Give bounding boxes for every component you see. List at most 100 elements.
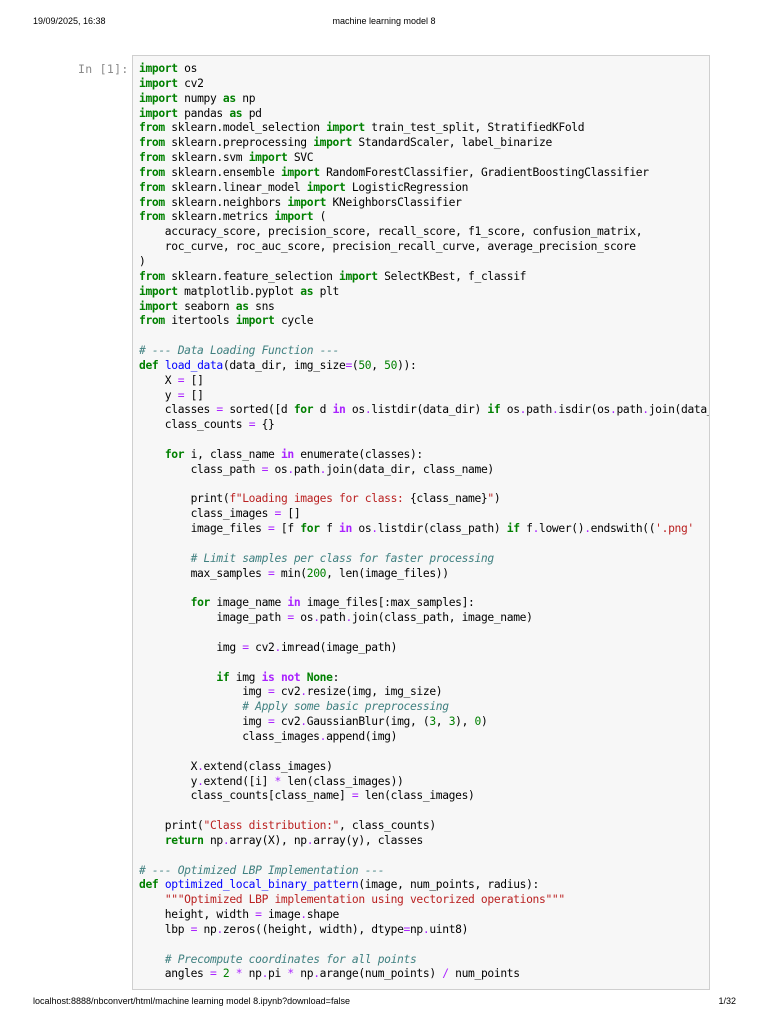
code-token: as [235, 299, 249, 313]
code-token: y [139, 774, 198, 788]
code-token: print( [139, 492, 230, 506]
code-token: , class_counts) [339, 819, 436, 833]
code-token: )): [397, 358, 417, 372]
code-token: num_points [448, 967, 520, 981]
code-token: path [319, 611, 346, 625]
code-line: class_counts[class_name] = len(class_ima… [139, 789, 709, 804]
code-line: ) [139, 255, 709, 270]
code-token: from [139, 180, 165, 194]
code-token: sklearn.ensemble [164, 165, 281, 179]
code-token: isdir(os [558, 403, 611, 417]
code-token: sklearn.neighbors [164, 195, 288, 209]
code-token: os [345, 403, 365, 417]
code-token: cv2 [177, 76, 204, 90]
code-token: ), [455, 715, 475, 729]
code-token: import [248, 151, 288, 165]
code-token: height, width [139, 908, 256, 922]
code-line: from sklearn.ensemble import RandomFores… [139, 166, 709, 181]
code-token: , [435, 715, 449, 729]
code-token: print( [139, 819, 204, 833]
code-token: f [319, 522, 340, 536]
code-line: """Optimized LBP implementation using ve… [139, 893, 709, 908]
code-token: '.png' [655, 522, 694, 536]
code-token: import [339, 269, 378, 283]
code-token: # --- Optimized LBP Implementation --- [139, 863, 385, 877]
code-token: class_counts [139, 418, 249, 432]
code-line: X = [] [139, 374, 709, 389]
code-token: import [274, 210, 314, 224]
code-token: img [229, 670, 262, 684]
code-token: np [235, 91, 256, 105]
code-token: # Limit samples per class for faster pro… [190, 551, 495, 565]
code-token: image_files[:max_samples]: [300, 596, 475, 610]
code-token: seaborn [177, 299, 236, 313]
code-token: , [371, 358, 385, 372]
code-token: d [313, 403, 333, 417]
code-token: import [326, 121, 365, 135]
code-token: np [242, 967, 262, 981]
code-token: angles [139, 967, 210, 981]
code-token: X [139, 373, 178, 387]
code-token: max_samples [139, 566, 269, 580]
code-token: f"Loading images for class: [229, 492, 410, 506]
code-token: append(img) [326, 729, 398, 743]
code-token: sklearn.svm [164, 151, 249, 165]
code-token: class_images [139, 729, 320, 743]
code-line: angles = 2 * np.pi * np.arange(num_point… [139, 967, 709, 982]
code-token: path [616, 403, 643, 417]
code-line: from sklearn.neighbors import KNeighbors… [139, 196, 709, 211]
code-line: for i, class_name in enumerate(classes): [139, 448, 709, 463]
code-token: load_data [164, 358, 223, 372]
code-token: array(X), np [229, 833, 307, 847]
code-token: in [332, 403, 346, 417]
code-token: os [293, 611, 314, 625]
code-line: import matplotlib.pyplot as plt [139, 285, 709, 300]
code-token: import [139, 299, 178, 313]
code-line: classes = sorted([d for d in os.listdir(… [139, 403, 709, 418]
code-token: ) [139, 254, 146, 268]
code-token: from [139, 121, 165, 135]
code-block[interactable]: import os import cv2 import numpy as np imp… [139, 62, 709, 982]
code-token: pandas [177, 106, 230, 120]
code-token: len(class_images) [358, 789, 475, 803]
code-token: not [280, 670, 301, 684]
code-token: def [139, 358, 159, 372]
code-token: for [164, 447, 185, 461]
code-token: in [280, 447, 294, 461]
code-line: accuracy_score, precision_score, recall_… [139, 225, 709, 240]
code-token: plt [313, 284, 340, 298]
code-token: join(data_dir, class_name) [326, 462, 494, 476]
code-line: import cv2 [139, 77, 709, 92]
code-token: X [139, 759, 198, 773]
code-token: cycle [274, 314, 314, 328]
code-line: y = [] [139, 389, 709, 404]
code-token: np [293, 967, 314, 981]
code-token: np [197, 922, 217, 936]
code-line: if img is not None: [139, 671, 709, 686]
code-token: for [190, 596, 211, 610]
code-token: y [139, 388, 178, 402]
code-line: def load_data(data_dir, img_size=(50, 50… [139, 359, 709, 374]
code-token: if [216, 670, 230, 684]
code-line: def optimized_local_binary_pattern(image… [139, 878, 709, 893]
code-line: img = cv2.resize(img, img_size) [139, 685, 709, 700]
code-token: {} [255, 418, 275, 432]
code-token: lbp [139, 922, 191, 936]
code-line: class_path = os.path.join(data_dir, clas… [139, 463, 709, 478]
code-token: import [235, 314, 275, 328]
code-token: [f [274, 522, 301, 536]
code-token: KNeighborsClassifier [326, 195, 462, 209]
code-token: class_images [139, 507, 275, 521]
code-token: img [139, 640, 243, 654]
code-token: numpy [177, 91, 223, 105]
code-token: from [139, 195, 165, 209]
code-token: cv2 [274, 685, 301, 699]
code-cell[interactable]: import os import cv2 import numpy as np imp… [132, 55, 710, 990]
code-line: # Precompute coordinates for all points [139, 953, 709, 968]
